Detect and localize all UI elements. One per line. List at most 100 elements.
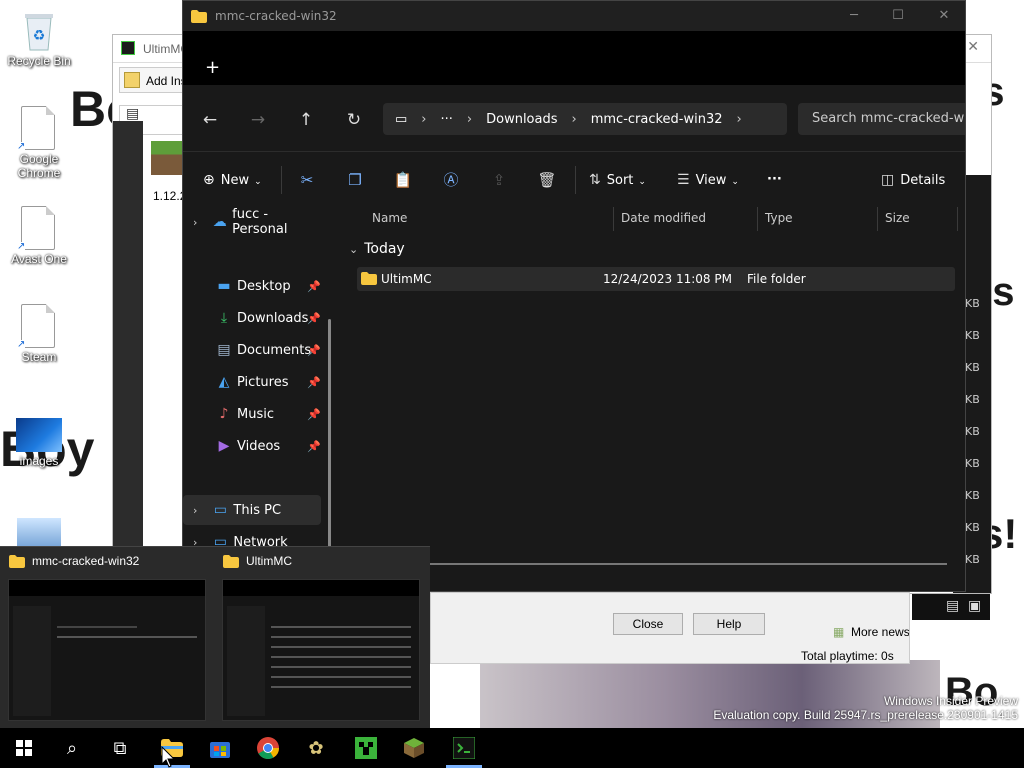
thumbnail-preview — [8, 579, 206, 721]
search-icon[interactable]: ⌕ — [48, 728, 96, 768]
table-row[interactable]: UltimMC 12/24/2023 11:08 PM File folder — [357, 267, 955, 291]
computer-icon: ▭ — [213, 502, 228, 518]
taskbar-minecraft[interactable] — [390, 728, 438, 768]
thumbnail-mmc-cracked-win32[interactable]: mmc-cracked-win32 — [0, 547, 214, 729]
desktop-icon-images[interactable]: images — [0, 418, 78, 468]
nav-item-onedrive[interactable]: › ☁ fucc - Personal — [183, 207, 321, 237]
navigation-pane: › ☁ fucc - Personal ▬ Desktop 📌 ⤓ Downlo… — [183, 207, 333, 591]
size-cell: KB — [965, 521, 980, 534]
taskbar-creeper-app[interactable] — [342, 728, 390, 768]
file-explorer-window[interactable]: mmc-cracked-win32 ─ ☐ ✕ + ← → ↑ ↻ ▭ › ··… — [182, 0, 966, 592]
task-view-icon[interactable]: ⧉ — [96, 728, 144, 768]
group-label: Today — [364, 241, 405, 257]
share-icon[interactable]: ⇪ — [487, 168, 511, 192]
column-divider[interactable] — [613, 207, 614, 231]
back-arrow-icon[interactable]: ← — [197, 107, 223, 133]
desktop-icon-anime[interactable] — [0, 518, 78, 546]
new-button[interactable]: ⊕ New ⌄ — [203, 168, 262, 192]
breadcrumb-downloads[interactable]: Downloads — [486, 112, 557, 127]
close-button[interactable]: Close — [613, 613, 683, 635]
address-row: ← → ↑ ↻ ▭ › ··· › Downloads › mmc-cracke… — [183, 85, 965, 151]
address-bar[interactable]: ▭ › ··· › Downloads › mmc-cracked-win32 … — [383, 103, 787, 135]
column-date-modified[interactable]: Date modified — [621, 211, 706, 225]
total-playtime: Total playtime: 0s — [801, 649, 894, 663]
nav-item-videos[interactable]: ▶ Videos 📌 — [183, 431, 321, 461]
nav-label: Documents — [237, 342, 312, 358]
close-icon[interactable]: ✕ — [967, 39, 979, 55]
column-divider[interactable] — [957, 207, 958, 231]
search-input[interactable]: Search mmc-cracked-win32 — [798, 103, 965, 135]
nav-scrollbar[interactable] — [328, 319, 331, 559]
help-button[interactable]: Help — [693, 613, 765, 635]
column-divider[interactable] — [877, 207, 878, 231]
breadcrumb-overflow[interactable]: ··· — [441, 112, 453, 127]
taskbar-bee-app[interactable]: ✿ — [292, 728, 340, 768]
taskbar-ultimmc[interactable] — [440, 728, 488, 768]
new-tab-button[interactable]: + — [205, 59, 220, 77]
rename-icon[interactable]: Ⓐ — [439, 168, 463, 192]
svg-text:♻: ♻ — [33, 28, 46, 44]
desktop-icon-recycle-bin[interactable]: ♻ Recycle Bin — [0, 8, 78, 68]
delete-icon[interactable]: 🗑 — [535, 168, 559, 192]
pin-icon[interactable]: 📌 — [307, 344, 321, 357]
start-button[interactable] — [0, 728, 48, 768]
refresh-icon[interactable]: ↻ — [341, 107, 367, 133]
desktop-icon-steam[interactable]: ↗ Steam — [0, 304, 78, 364]
minimize-icon[interactable]: ─ — [831, 5, 877, 27]
cut-icon[interactable]: ✂ — [295, 168, 319, 192]
nav-item-desktop[interactable]: ▬ Desktop 📌 — [183, 271, 321, 301]
chevron-down-icon: ⌄ — [638, 177, 646, 187]
taskbar-chrome[interactable] — [244, 728, 292, 768]
file-name: UltimMC — [381, 272, 432, 286]
pin-icon[interactable]: 📌 — [307, 440, 321, 453]
add-instance-icon — [124, 72, 140, 88]
nav-item-pictures[interactable]: ◭ Pictures 📌 — [183, 367, 321, 397]
paste-icon[interactable]: 📋 — [391, 168, 415, 192]
more-news-link[interactable]: More news — [851, 625, 909, 639]
chevron-down-icon: ⌄ — [731, 177, 739, 187]
pin-icon[interactable]: 📌 — [307, 280, 321, 293]
column-divider[interactable] — [757, 207, 758, 231]
sort-button[interactable]: ⇅ Sort ⌄ — [589, 168, 646, 192]
new-label: New — [220, 173, 250, 188]
nav-item-downloads[interactable]: ⤓ Downloads 📌 — [183, 303, 321, 333]
chrome-icon — [257, 737, 279, 759]
group-header-today[interactable]: ⌄ Today — [349, 241, 405, 257]
desktop-icon-google-chrome[interactable]: ↗ Google Chrome — [0, 106, 78, 180]
nav-label: Music — [237, 406, 274, 422]
column-name[interactable]: Name — [372, 211, 407, 225]
thumbnail-ultimmc[interactable]: UltimMC — [214, 547, 428, 729]
separator — [575, 166, 576, 194]
details-button[interactable]: ◫ Details — [881, 168, 945, 192]
close-window-icon[interactable]: ✕ — [921, 5, 965, 27]
creeper-icon — [355, 737, 377, 759]
tile-view-icon[interactable]: ▣ — [968, 598, 981, 614]
pin-icon[interactable]: 📌 — [307, 376, 321, 389]
desktop-icon-avast-one[interactable]: ↗ Avast One — [0, 206, 78, 266]
up-arrow-icon[interactable]: ↑ — [293, 107, 319, 133]
column-size[interactable]: Size — [885, 211, 910, 225]
view-toggle-strip: ▤ ▣ — [912, 594, 990, 620]
chevron-right-icon[interactable]: › — [193, 216, 197, 229]
more-options-button[interactable]: ··· — [767, 168, 782, 192]
nav-item-this-pc[interactable]: › ▭ This PC — [183, 495, 321, 525]
nav-item-documents[interactable]: ▤ Documents 📌 — [183, 335, 321, 365]
view-button[interactable]: ☰ View ⌄ — [677, 168, 739, 192]
column-type[interactable]: Type — [765, 211, 793, 225]
video-icon: ▶ — [218, 438, 230, 454]
copy-icon[interactable]: ❐ — [343, 168, 367, 192]
forward-arrow-icon[interactable]: → — [245, 107, 271, 133]
nav-item-music[interactable]: ♪ Music 📌 — [183, 399, 321, 429]
add-instance-button[interactable]: Add Instance — [119, 67, 216, 93]
watermark-line: Windows Insider Preview — [883, 694, 1018, 708]
horizontal-scrollbar[interactable] — [365, 563, 947, 565]
view-label: View — [695, 173, 727, 188]
pin-icon[interactable]: 📌 — [307, 408, 321, 421]
pin-icon[interactable]: 📌 — [307, 312, 321, 325]
breadcrumb-current[interactable]: mmc-cracked-win32 — [591, 112, 723, 127]
maximize-icon[interactable]: ☐ — [875, 5, 921, 27]
image-thumbnail-icon — [16, 418, 62, 452]
list-view-icon[interactable]: ▤ — [946, 598, 959, 614]
chevron-right-icon[interactable]: › — [193, 504, 197, 517]
taskbar-store[interactable] — [196, 728, 244, 768]
